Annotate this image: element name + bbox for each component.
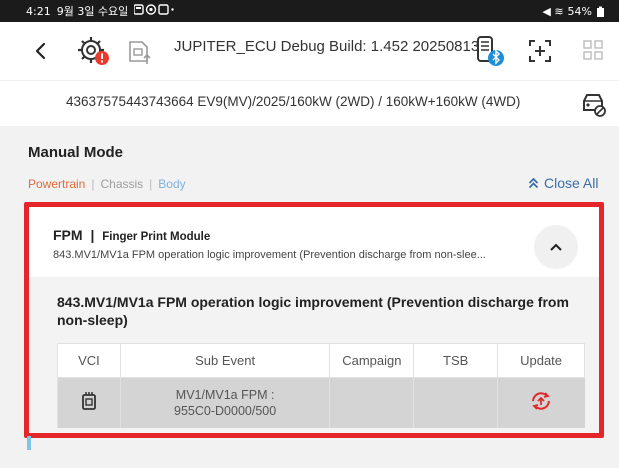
category-powertrain[interactable]: Powertrain <box>28 177 85 191</box>
category-body[interactable]: Body <box>158 177 185 191</box>
tsb-cell <box>413 377 498 428</box>
grid-icon <box>583 40 603 60</box>
column-vci: VCI <box>57 343 121 378</box>
diagnostic-gear-alert-icon <box>78 37 109 65</box>
main-content: Manual Mode Powertrain | Chassis | Body … <box>0 126 619 468</box>
column-tsb: TSB <box>413 343 499 378</box>
sub-event-line2: 955C0-D0000/500 <box>174 403 277 418</box>
chevron-left-icon <box>35 42 46 60</box>
ecu-upload-icon <box>129 41 151 64</box>
double-chevron-up-icon <box>528 177 539 189</box>
module-code: FPM <box>53 227 83 243</box>
status-left: 4:21 9월 3일 수요일 <box>26 3 174 19</box>
module-header[interactable]: FPM | Finger Print Module 843.MV1/MV1a F… <box>29 207 599 277</box>
module-description: 843.MV1/MV1a FPM operation logic improve… <box>53 249 486 261</box>
fpm-module-card: FPM | Finger Print Module 843.MV1/MV1a F… <box>24 202 604 438</box>
signal-icon: ◀ ≋ <box>542 4 564 18</box>
collapse-module-button[interactable] <box>534 225 578 269</box>
table-row: MV1/MV1a FPM : 955C0-D0000/500 <box>57 377 585 428</box>
table-header-row: VCI Sub Event Campaign TSB Update <box>57 343 585 378</box>
chevron-up-icon <box>550 243 562 251</box>
vci-device-icon <box>82 391 96 410</box>
event-table: VCI Sub Event Campaign TSB Update MV1/MV… <box>57 343 585 428</box>
event-title: 843.MV1/MV1a FPM operation logic improve… <box>57 294 569 328</box>
page-title: Manual Mode <box>28 144 124 161</box>
close-all-label: Close All <box>544 175 599 191</box>
ecu-upload-button[interactable] <box>125 36 155 66</box>
sub-event-line1: MV1/MV1a FPM : <box>175 387 275 402</box>
campaign-cell <box>329 377 414 428</box>
category-chassis[interactable]: Chassis <box>100 177 143 191</box>
menu-grid-button[interactable] <box>583 40 603 60</box>
category-filter: Powertrain | Chassis | Body <box>28 177 186 191</box>
module-title: FPM | Finger Print Module <box>53 227 210 243</box>
category-separator: | <box>149 177 153 191</box>
status-bar: 4:21 9월 3일 수요일 ◀ ≋ 54% <box>0 0 619 22</box>
vehicle-settings-button[interactable] <box>580 91 608 117</box>
vehicle-info: 43637575443743664 EV9(MV)/2025/160kW (2W… <box>66 94 521 109</box>
status-date: 9월 3일 수요일 <box>56 5 129 18</box>
sub-event-cell: MV1/MV1a FPM : 955C0-D0000/500 <box>119 377 330 428</box>
module-name: Finger Print Module <box>102 231 211 243</box>
battery-icon <box>597 6 604 17</box>
battery-level: 54% <box>567 4 592 18</box>
notification-icon <box>133 4 174 15</box>
diagnostic-status-button[interactable] <box>76 34 112 68</box>
scan-plus-icon <box>529 40 551 62</box>
column-update: Update <box>497 343 585 378</box>
add-scan-button[interactable] <box>527 38 553 64</box>
vci-bluetooth-button[interactable] <box>470 34 510 68</box>
notification-icons <box>133 4 174 18</box>
vci-cell <box>57 377 121 428</box>
app-title: JUPITER_ECU Debug Build: 1.452 20250813 <box>174 38 480 55</box>
vehicle-info-bar: 43637575443743664 EV9(MV)/2025/160kW (2W… <box>0 80 619 126</box>
column-sub-event: Sub Event <box>119 343 331 378</box>
module-separator: | <box>90 227 95 243</box>
update-button[interactable] <box>529 390 553 416</box>
close-all-button[interactable]: Close All <box>528 175 598 191</box>
back-button[interactable] <box>30 36 50 66</box>
car-settings-icon <box>583 94 606 117</box>
vci-bluetooth-icon <box>477 36 504 66</box>
update-sync-icon <box>532 392 551 410</box>
category-separator: | <box>91 177 95 191</box>
scroll-indicator <box>27 436 31 450</box>
event-detail: 843.MV1/MV1a FPM operation logic improve… <box>29 277 599 433</box>
update-cell <box>497 377 585 428</box>
status-right: ◀ ≋ 54% <box>542 5 605 18</box>
top-app-bar: JUPITER_ECU Debug Build: 1.452 20250813 <box>0 22 619 80</box>
status-time: 4:21 <box>26 4 51 18</box>
column-campaign: Campaign <box>329 343 415 378</box>
